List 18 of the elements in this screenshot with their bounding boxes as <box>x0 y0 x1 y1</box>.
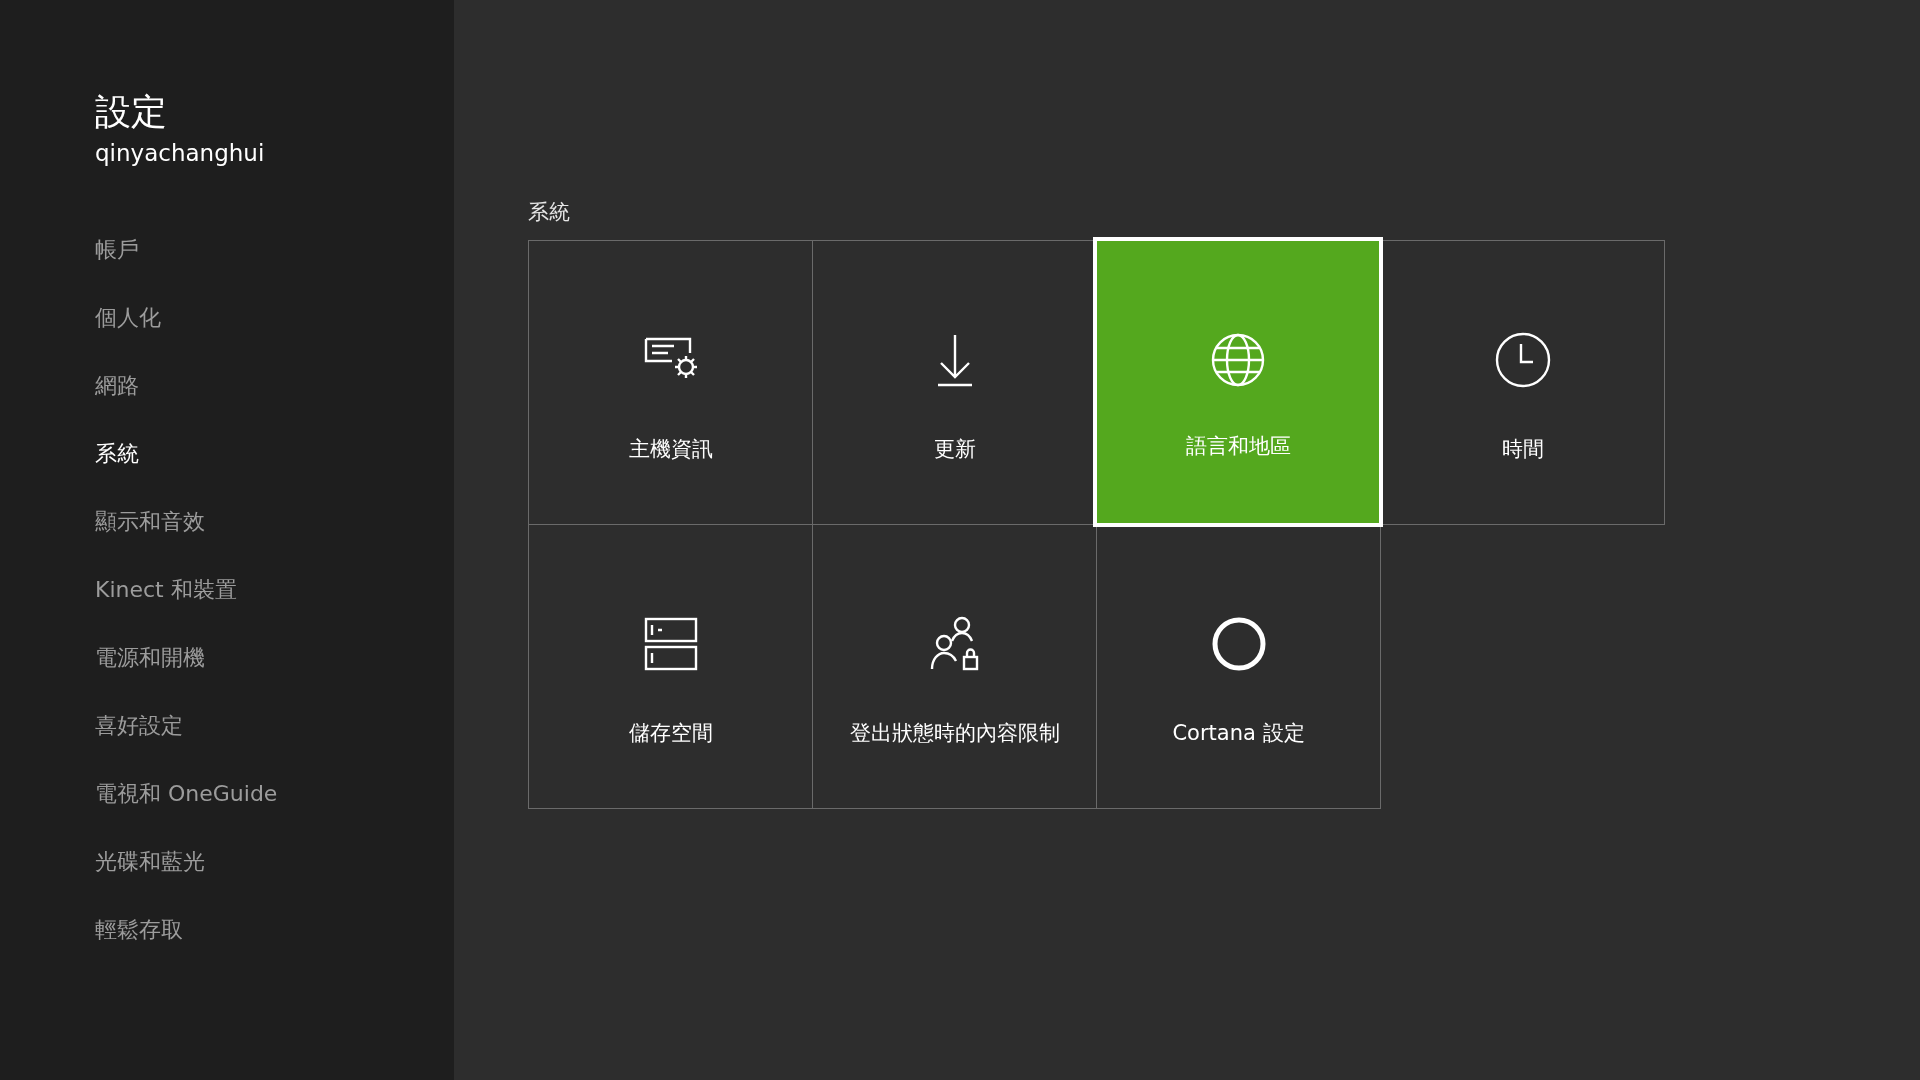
sidebar-item[interactable]: 系統 <box>95 420 454 488</box>
sidebar-item[interactable]: 電源和開機 <box>95 624 454 692</box>
sidebar-item[interactable]: 個人化 <box>95 284 454 352</box>
sidebar-item[interactable]: 光碟和藍光 <box>95 828 454 896</box>
sidebar-item[interactable]: 喜好設定 <box>95 692 454 760</box>
sidebar-item[interactable]: 電視和 OneGuide <box>95 760 454 828</box>
settings-tile[interactable]: 時間 <box>1380 240 1665 525</box>
page-title: 設定 <box>95 90 168 134</box>
sidebar-item[interactable]: 輕鬆存取 <box>95 896 454 964</box>
settings-tile[interactable]: Cortana 設定 <box>1096 524 1381 809</box>
settings-tile[interactable]: 主機資訊 <box>528 240 813 525</box>
sidebar-item[interactable]: Kinect 和裝置 <box>95 556 454 624</box>
sidebar-item[interactable]: 網路 <box>95 352 454 420</box>
settings-tile[interactable]: 儲存空間 <box>528 524 813 809</box>
sidebar-item[interactable]: 顯示和音效 <box>95 488 454 556</box>
sidebar-item[interactable]: 帳戶 <box>95 216 454 284</box>
username: qinyachanghui <box>95 140 266 166</box>
section-title: 系統 <box>528 199 571 226</box>
